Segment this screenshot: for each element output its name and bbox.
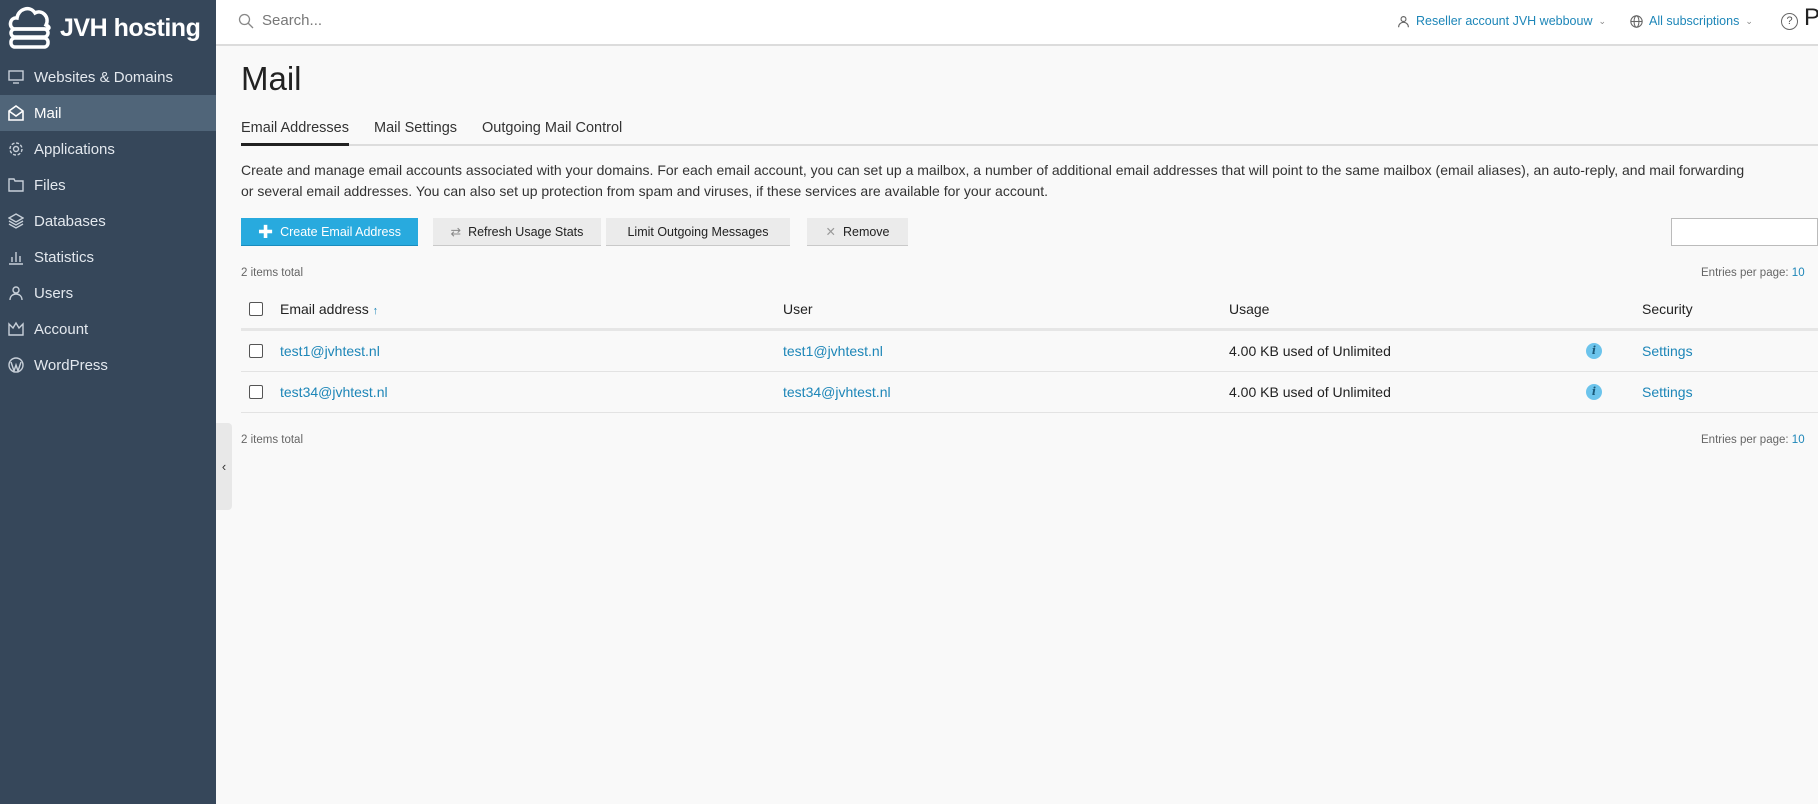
table-header: Email address ↑ User Usage Security xyxy=(241,290,1818,331)
subscriptions-menu[interactable]: All subscriptions ⌄ xyxy=(1630,14,1753,28)
button-label: Limit Outgoing Messages xyxy=(627,224,769,239)
email-link[interactable]: test34@jvhtest.nl xyxy=(280,384,388,400)
sidebar-item-label: Account xyxy=(34,320,89,338)
row-checkbox[interactable] xyxy=(249,385,263,399)
sidebar-item-label: Files xyxy=(34,176,66,194)
sidebar-item-label: Applications xyxy=(34,140,115,158)
sidebar-item-mail[interactable]: Mail xyxy=(0,95,216,131)
sort-arrow-icon: ↑ xyxy=(372,305,379,317)
sidebar: JVH hosting Websites & Domains Mail Appl… xyxy=(0,0,216,804)
monitor-icon xyxy=(8,70,24,84)
help-icon[interactable]: ? xyxy=(1781,13,1798,30)
items-total: 2 items total xyxy=(241,267,303,279)
usage-value: 4.00 KB used of Unlimited xyxy=(1229,384,1391,400)
info-icon[interactable]: i xyxy=(1586,343,1602,359)
global-search[interactable]: Search... xyxy=(238,12,322,29)
tab-email-addresses[interactable]: Email Addresses xyxy=(241,120,349,146)
security-settings-link[interactable]: Settings xyxy=(1642,384,1693,400)
description-line: or several email addresses. You can also… xyxy=(241,183,1048,199)
description-line: Create and manage email accounts associa… xyxy=(241,162,1745,178)
security-settings-link[interactable]: Settings xyxy=(1642,343,1693,359)
tab-outgoing-mail-control[interactable]: Outgoing Mail Control xyxy=(482,120,622,144)
refresh-usage-stats-button[interactable]: ⇄ Refresh Usage Stats xyxy=(433,218,601,246)
sidebar-item-statistics[interactable]: Statistics xyxy=(0,239,216,275)
create-email-address-button[interactable]: ✚ Create Email Address xyxy=(241,218,418,246)
email-link[interactable]: test1@jvhtest.nl xyxy=(280,343,380,359)
usage-value: 4.00 KB used of Unlimited xyxy=(1229,343,1391,359)
search-icon xyxy=(238,13,254,28)
chevron-left-icon: ‹ xyxy=(221,459,227,474)
tabs: Email Addresses Mail Settings Outgoing M… xyxy=(241,120,1818,146)
button-label: Refresh Usage Stats xyxy=(468,224,584,239)
account-icon xyxy=(8,321,24,336)
bar-chart-icon xyxy=(9,252,23,265)
sidebar-item-files[interactable]: Files xyxy=(0,167,216,203)
remove-button[interactable]: ✕ Remove xyxy=(807,218,908,246)
row-checkbox[interactable] xyxy=(249,344,263,358)
sidebar-item-applications[interactable]: Applications xyxy=(0,131,216,167)
tab-mail-settings[interactable]: Mail Settings xyxy=(374,120,457,144)
button-label: Create Email Address xyxy=(280,224,401,239)
refresh-icon: ⇄ xyxy=(450,225,462,239)
sidebar-item-label: Databases xyxy=(34,212,106,230)
sidebar-item-websites-domains[interactable]: Websites & Domains xyxy=(0,59,216,95)
chevron-down-icon: ⌄ xyxy=(1598,15,1607,26)
sidebar-item-databases[interactable]: Databases xyxy=(0,203,216,239)
entries-label: Entries per page: xyxy=(1701,434,1789,446)
sidebar-item-label: Statistics xyxy=(34,248,95,266)
plesk-logo: P xyxy=(1804,4,1818,31)
close-icon: ✕ xyxy=(825,225,836,239)
column-security: Security xyxy=(1642,301,1693,317)
table-row: test1@jvhtest.nl test1@jvhtest.nl 4.00 K… xyxy=(241,331,1818,372)
brand-logo[interactable]: JVH hosting xyxy=(8,4,201,52)
account-menu[interactable]: Reseller account JVH webbouw ⌄ xyxy=(1397,14,1606,28)
gear-icon xyxy=(9,142,23,156)
entries-label: Entries per page: xyxy=(1701,267,1789,279)
account-name: Reseller account JVH webbouw xyxy=(1416,14,1593,28)
sidebar-item-users[interactable]: Users xyxy=(0,275,216,311)
column-usage: Usage xyxy=(1229,301,1270,317)
list-search-input[interactable] xyxy=(1671,218,1818,246)
sidebar-item-label: Websites & Domains xyxy=(34,68,173,86)
sidebar-nav: Websites & Domains Mail Applications Fil… xyxy=(0,59,216,383)
column-email-address[interactable]: Email address ↑ xyxy=(280,301,378,317)
brand-name: JVH hosting xyxy=(60,13,201,42)
entries-per-page-bottom: Entries per page: 10 xyxy=(1701,434,1805,446)
page-title: Mail xyxy=(241,60,302,97)
page-description: Create and manage email accounts associa… xyxy=(241,160,1811,202)
sidebar-item-label: Mail xyxy=(34,104,62,122)
plus-icon: ✚ xyxy=(258,221,274,242)
button-label: Remove xyxy=(842,224,890,239)
column-label: Email address xyxy=(280,301,369,317)
entries-per-page-10[interactable]: 10 xyxy=(1792,267,1805,279)
mail-icon xyxy=(8,105,24,121)
chevron-down-icon: ⌄ xyxy=(1745,15,1753,26)
column-user: User xyxy=(783,301,813,317)
user-icon xyxy=(9,286,23,301)
sidebar-item-label: WordPress xyxy=(34,356,108,374)
items-total-bottom: 2 items total xyxy=(241,434,303,446)
sidebar-item-wordpress[interactable]: WordPress xyxy=(0,347,216,383)
table-row: test34@jvhtest.nl test34@jvhtest.nl 4.00… xyxy=(241,372,1818,413)
sidebar-collapse-handle[interactable]: ‹ xyxy=(216,423,232,510)
user-link[interactable]: test1@jvhtest.nl xyxy=(783,343,883,359)
globe-icon xyxy=(1630,14,1643,28)
limit-outgoing-messages-button[interactable]: Limit Outgoing Messages xyxy=(606,218,790,246)
user-link[interactable]: test34@jvhtest.nl xyxy=(783,384,891,400)
sidebar-item-label: Users xyxy=(34,284,74,302)
cloud-server-icon xyxy=(8,6,51,49)
wordpress-icon xyxy=(8,357,24,373)
entries-per-page: Entries per page: 10 xyxy=(1701,267,1805,279)
select-all-checkbox[interactable] xyxy=(249,302,263,316)
sidebar-item-account[interactable]: Account xyxy=(0,311,216,347)
info-icon[interactable]: i xyxy=(1586,384,1602,400)
layers-icon xyxy=(8,213,24,229)
folder-icon xyxy=(8,178,24,192)
top-bar: Search... Reseller account JVH webbouw ⌄ … xyxy=(216,0,1818,46)
search-placeholder: Search... xyxy=(262,12,323,29)
subscriptions-label: All subscriptions xyxy=(1649,14,1740,28)
user-icon xyxy=(1398,15,1409,27)
entries-per-page-10[interactable]: 10 xyxy=(1792,434,1805,446)
